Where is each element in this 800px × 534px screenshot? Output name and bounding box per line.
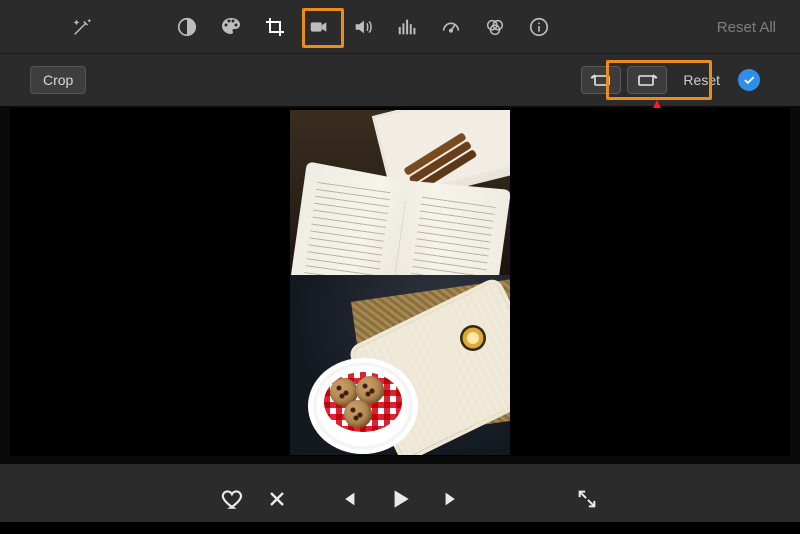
play-button[interactable] bbox=[385, 484, 415, 514]
camera-icon[interactable] bbox=[302, 10, 336, 44]
fullscreen-button[interactable] bbox=[572, 484, 602, 514]
color-balance-icon[interactable] bbox=[170, 10, 204, 44]
rotate-buttons-group bbox=[577, 62, 671, 98]
apply-button[interactable] bbox=[738, 69, 760, 91]
preview-frame-image bbox=[290, 110, 510, 455]
reset-all-button[interactable]: Reset All bbox=[717, 0, 776, 54]
speed-gauge-icon[interactable] bbox=[434, 10, 468, 44]
rotate-ccw-button[interactable] bbox=[581, 66, 621, 94]
next-button[interactable] bbox=[437, 484, 467, 514]
info-icon[interactable] bbox=[522, 10, 556, 44]
bottom-black-strip bbox=[0, 522, 800, 534]
inspector-toolbar: Reset All bbox=[0, 0, 800, 54]
favorite-button[interactable] bbox=[218, 484, 248, 514]
audio-volume-icon[interactable] bbox=[346, 10, 380, 44]
previous-button[interactable] bbox=[333, 484, 363, 514]
crop-mode-button[interactable]: Crop bbox=[30, 66, 86, 94]
video-preview[interactable] bbox=[10, 108, 790, 456]
playback-bar bbox=[0, 464, 800, 534]
inspector-icon-row bbox=[170, 10, 556, 44]
crop-options-row: Crop Reset bbox=[0, 54, 800, 106]
magic-wand-icon[interactable] bbox=[65, 10, 99, 44]
reject-button[interactable] bbox=[262, 484, 292, 514]
equalizer-icon[interactable] bbox=[390, 10, 424, 44]
rotate-cw-button[interactable] bbox=[627, 66, 667, 94]
reset-crop-button[interactable]: Reset bbox=[683, 72, 720, 88]
color-filters-icon[interactable] bbox=[478, 10, 512, 44]
color-palette-icon[interactable] bbox=[214, 10, 248, 44]
crop-icon[interactable] bbox=[258, 10, 292, 44]
